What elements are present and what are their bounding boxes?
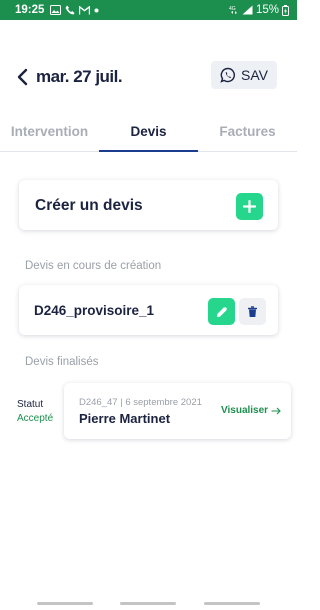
notification-icons bbox=[50, 5, 99, 15]
screen: 19:25 4G 15% mar. 27 juil. SAV Intervent… bbox=[0, 0, 297, 610]
page-title: mar. 27 juil. bbox=[36, 67, 123, 86]
tab-devis[interactable]: Devis bbox=[99, 114, 198, 152]
drafts-section-title: Devis en cours de création bbox=[25, 260, 162, 272]
system-icons: 4G 15% bbox=[229, 4, 289, 16]
gmail-icon bbox=[79, 5, 91, 14]
phone-icon bbox=[65, 5, 75, 15]
image-icon bbox=[50, 5, 62, 15]
statut-label: Statut bbox=[17, 399, 44, 410]
devis-client: Pierre Martinet bbox=[79, 411, 171, 426]
sav-button[interactable]: SAV bbox=[211, 61, 277, 89]
whatsapp-icon bbox=[220, 67, 236, 83]
visualiser-label: Visualiser bbox=[221, 405, 269, 416]
tab-intervention[interactable]: Intervention bbox=[0, 114, 99, 152]
devis-date: 6 septembre 2021 bbox=[125, 397, 202, 408]
nav-home-button[interactable] bbox=[120, 602, 176, 605]
battery-percent: 15% bbox=[255, 4, 279, 16]
status-time: 19:25 bbox=[15, 4, 45, 16]
battery-charging-icon bbox=[282, 4, 289, 16]
back-button[interactable] bbox=[12, 66, 32, 88]
signal-icon bbox=[242, 5, 253, 15]
dot-icon bbox=[94, 8, 99, 12]
edit-draft-button[interactable] bbox=[208, 298, 235, 325]
devis-meta: D246_47 | 6 septembre 2021 bbox=[79, 397, 202, 408]
nav-back-button[interactable] bbox=[204, 602, 260, 605]
plus-icon bbox=[243, 200, 256, 213]
draft-devis-card[interactable]: D246_provisoire_1 bbox=[19, 285, 278, 335]
create-devis-label: Créer un devis bbox=[35, 197, 143, 214]
sav-label: SAV bbox=[241, 67, 268, 83]
trash-icon bbox=[248, 305, 257, 317]
devis-ref: D246_47 bbox=[79, 397, 118, 408]
finalized-devis-card[interactable]: D246_47 | 6 septembre 2021 Pierre Martin… bbox=[64, 383, 291, 439]
network-4g-icon: 4G bbox=[229, 6, 237, 14]
nav-recents-button[interactable] bbox=[37, 602, 93, 605]
add-devis-button[interactable] bbox=[236, 193, 263, 220]
statut-value: Accepté bbox=[17, 413, 54, 424]
tab-bar: Intervention Devis Factures bbox=[0, 114, 297, 152]
arrow-right-icon bbox=[271, 407, 281, 414]
status-bar: 19:25 4G 15% bbox=[0, 0, 297, 20]
draft-devis-name: D246_provisoire_1 bbox=[34, 303, 155, 318]
visualiser-link[interactable]: Visualiser bbox=[221, 405, 281, 416]
chevron-left-icon bbox=[17, 68, 28, 86]
header: mar. 27 juil. SAV bbox=[0, 60, 297, 94]
system-nav-bar bbox=[0, 597, 297, 610]
finalized-section-title: Devis finalisés bbox=[25, 356, 99, 368]
pencil-icon bbox=[216, 306, 227, 317]
devis-separator: | bbox=[120, 397, 123, 408]
svg-text:4G: 4G bbox=[229, 6, 236, 12]
create-devis-card[interactable]: Créer un devis bbox=[19, 180, 278, 230]
delete-draft-button[interactable] bbox=[239, 298, 266, 325]
tab-factures[interactable]: Factures bbox=[198, 114, 297, 152]
